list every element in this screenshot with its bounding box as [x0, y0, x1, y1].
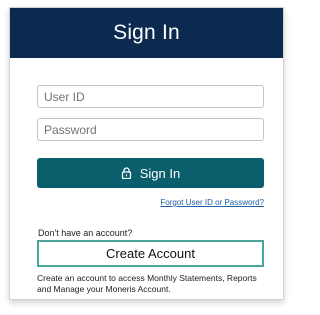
- lock-icon: [121, 167, 132, 179]
- page-title: Sign In: [113, 21, 180, 44]
- no-account-prompt: Don't have an account?: [38, 228, 133, 238]
- sign-in-header: Sign In: [10, 8, 283, 58]
- sign-in-card: Sign In Sign In Forgot User ID or Passwo…: [9, 7, 284, 300]
- sign-in-form: Sign In Forgot User ID or Password? Don'…: [10, 85, 283, 295]
- create-account-button[interactable]: Create Account: [37, 240, 264, 267]
- user-id-field[interactable]: [37, 85, 264, 108]
- password-field[interactable]: [37, 118, 264, 141]
- sign-in-button-label: Sign In: [139, 165, 181, 181]
- create-account-description: Create an account to access Monthly Stat…: [37, 273, 257, 294]
- forgot-row: Forgot User ID or Password?: [37, 192, 264, 210]
- sign-in-button[interactable]: Sign In: [37, 158, 264, 188]
- forgot-credentials-link[interactable]: Forgot User ID or Password?: [160, 198, 264, 207]
- create-account-label: Create Account: [106, 246, 195, 261]
